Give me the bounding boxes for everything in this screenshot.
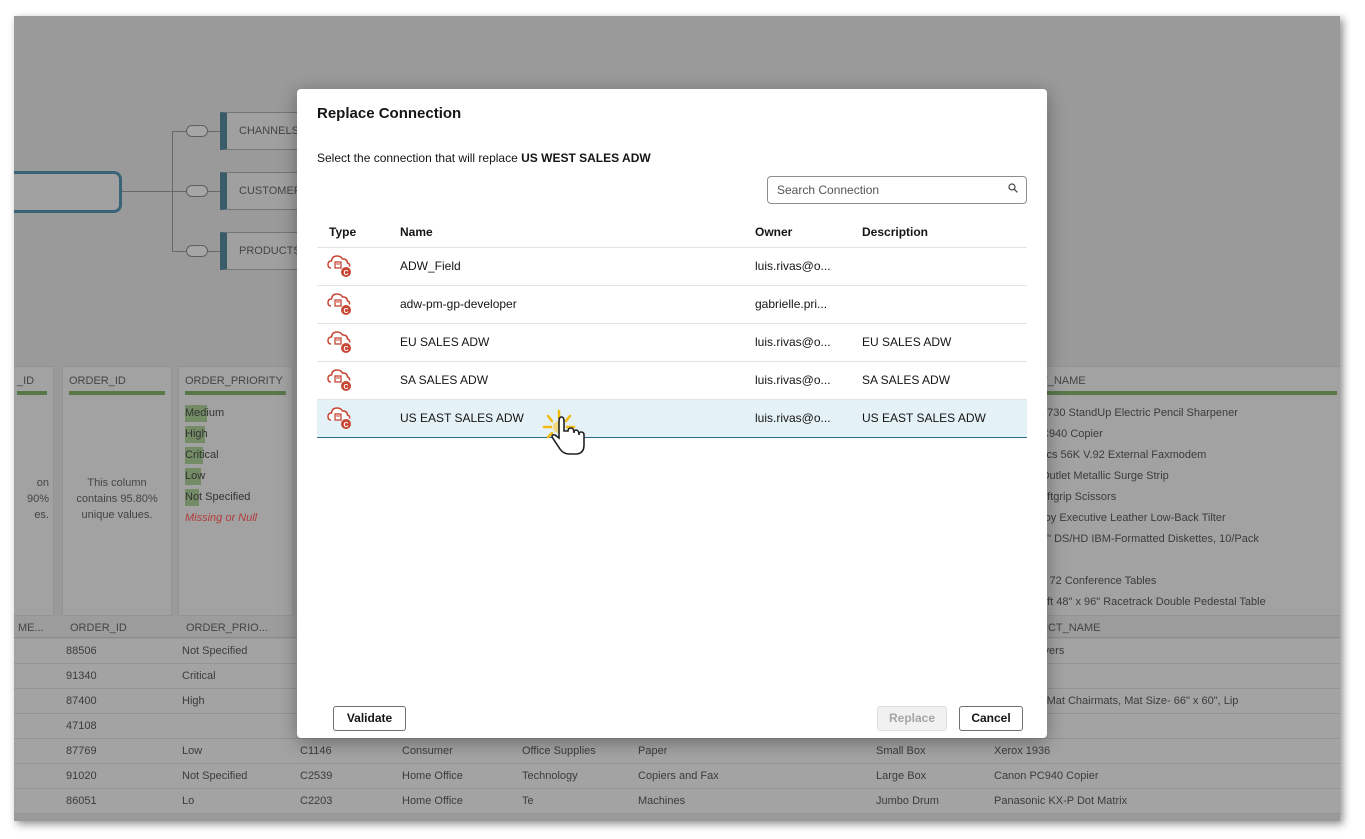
connection-row[interactable]: C ADW_Field luis.rivas@o... (317, 247, 1027, 286)
dialog-title: Replace Connection (317, 105, 462, 122)
cell-owner: luis.rivas@o... (743, 398, 850, 438)
column-header-description[interactable]: Description (850, 217, 1027, 248)
svg-text:C: C (343, 308, 348, 315)
cell-type: C (317, 247, 388, 286)
table-header-row: Type Name Owner Description (317, 217, 1027, 248)
subtitle-target: US WEST SALES ADW (521, 151, 651, 165)
column-header-name[interactable]: Name (388, 217, 743, 248)
cell-description (850, 247, 1027, 286)
autonomous-db-cloud-icon: C (327, 406, 351, 429)
hand-cursor-icon (542, 409, 585, 455)
svg-text:C: C (343, 346, 348, 353)
connection-row[interactable]: Cadw-pm-gp-developer gabrielle.pri... (317, 285, 1027, 324)
cell-name: ADW_Field (388, 247, 743, 286)
cancel-button[interactable]: Cancel (959, 706, 1023, 731)
column-header-type[interactable]: Type (317, 217, 388, 248)
autonomous-db-cloud-icon: C (327, 292, 351, 315)
autonomous-db-cloud-icon: C (327, 254, 351, 277)
replace-connection-dialog: Replace Connection Select the connection… (297, 89, 1047, 738)
connection-row[interactable]: C SA SALES ADW luis.rivas@o... SA SALES ADW (317, 361, 1027, 400)
cell-owner: luis.rivas@o... (743, 247, 850, 286)
subtitle-text: Select the connection that will replace (317, 151, 522, 165)
screenshot-frame: CHANNELS CUSTOMER PRODUCTS _ID on 90% es… (14, 16, 1340, 821)
cell-name: adw-pm-gp-developer (388, 285, 743, 324)
cell-type: C (317, 361, 388, 400)
cell-type: C (317, 285, 388, 324)
cell-description: US EAST SALES ADW (850, 398, 1027, 438)
cell-owner: gabrielle.pri... (743, 285, 850, 324)
connections-table: Type Name Owner Description C ADW_Field lu… (317, 217, 1027, 438)
svg-text:C: C (343, 422, 348, 429)
replace-button[interactable]: Replace (877, 706, 947, 731)
cell-description: EU SALES ADW (850, 323, 1027, 362)
cell-owner: luis.rivas@o... (743, 361, 850, 400)
connection-row[interactable]: C EU SALES ADW luis.rivas@o... EU SALES ADW (317, 323, 1027, 362)
validate-button[interactable]: Validate (333, 706, 406, 731)
search-placeholder: Search Connection (777, 183, 880, 197)
dialog-subtitle: Select the connection that will replace … (317, 151, 651, 165)
search-icon (1008, 183, 1018, 193)
column-header-owner[interactable]: Owner (743, 217, 850, 248)
cell-type: C (317, 398, 388, 438)
cell-name: EU SALES ADW (388, 323, 743, 362)
connection-row[interactable]: C US EAST SALES ADW luis.rivas@o... US EAST… (317, 398, 1027, 438)
cell-type: C (317, 323, 388, 362)
autonomous-db-cloud-icon: C (327, 368, 351, 391)
cell-owner: luis.rivas@o... (743, 323, 850, 362)
cell-description: SA SALES ADW (850, 361, 1027, 400)
svg-text:C: C (343, 384, 348, 391)
autonomous-db-cloud-icon: C (327, 330, 351, 353)
cell-name: SA SALES ADW (388, 361, 743, 400)
svg-text:C: C (343, 270, 348, 277)
search-input[interactable]: Search Connection (767, 176, 1027, 204)
cell-description (850, 285, 1027, 324)
